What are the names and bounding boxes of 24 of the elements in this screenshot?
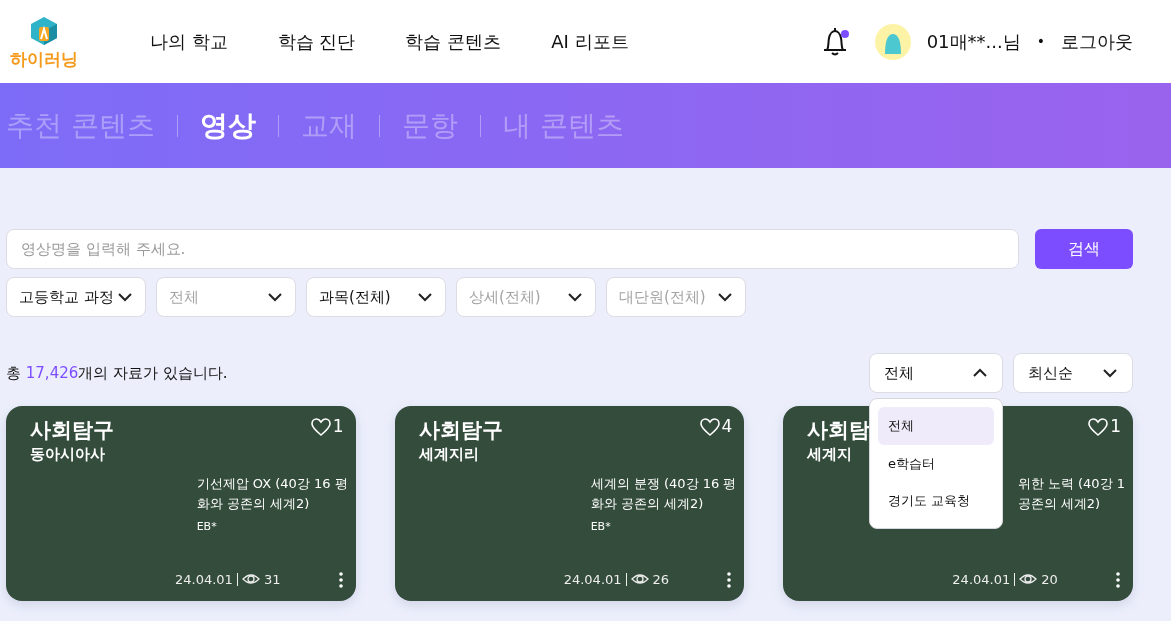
category-title: 사회탐구 [30, 418, 114, 444]
video-title: 위한 노력 (40강 1 공존의 세계2) [1017, 474, 1125, 514]
upload-date: 24.04.01 [952, 570, 1011, 589]
provider-label: EB* [590, 519, 612, 536]
view-count: 26 [652, 570, 670, 589]
user-name: 01매**...님 [926, 30, 1021, 54]
like-count: 1 [332, 418, 344, 435]
view-count: 20 [1041, 570, 1058, 589]
category-title: 사회탐구 [418, 418, 503, 444]
separator-dot: • [1036, 32, 1045, 51]
video-title: 세계의 분쟁 (40강 16 평 화와 공존의 세계2) [590, 474, 737, 514]
subject-label: 세계지 [807, 444, 854, 466]
like-count: 4 [721, 418, 733, 435]
upload-date: 24.04.01 [563, 570, 622, 589]
subject-label: 동아시아사 [30, 444, 106, 466]
result-count-text: 총 17,426개의 자료가 있습니다. [6, 362, 228, 384]
category-title: 사회탐 [807, 418, 871, 444]
logo-text: 하이러닝 [10, 51, 78, 68]
provider-label: EB* [196, 519, 218, 536]
view-count: 31 [263, 570, 281, 589]
like-count: 1 [1110, 418, 1121, 435]
video-title: 기선제압 OX (40강 16 평 화와 공존의 세계2) [196, 474, 348, 514]
upload-date: 24.04.01 [175, 570, 233, 589]
subject-label: 세계지리 [418, 444, 480, 466]
